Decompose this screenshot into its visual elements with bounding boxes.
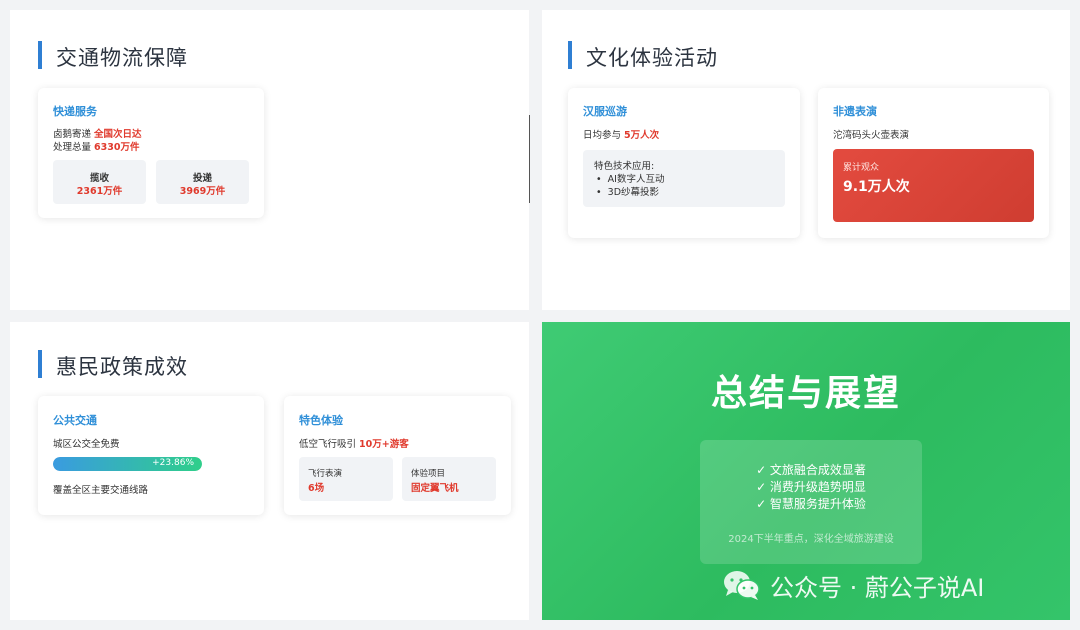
experience-line-value: 10万+游客 — [359, 439, 409, 450]
hanfu-line: 日均参与 5万人次 — [583, 127, 659, 141]
express-line-2-label: 处理总量 — [53, 142, 92, 153]
audience-value: 9.1万人次 — [843, 179, 910, 195]
heritage-line: 沱湾码头火壶表演 — [833, 130, 910, 141]
tech-label: 特色技术应用: — [594, 161, 655, 172]
audience-label: 累计观众 — [843, 163, 880, 173]
heritage-card-title: 非遗表演 — [833, 105, 877, 118]
hanfu-line-label: 日均参与 — [583, 130, 622, 141]
transit-progress-bar: +23.86% — [53, 457, 202, 471]
transit-line: 城区公交全免费 — [53, 439, 120, 450]
transit-note: 覆盖全区主要交通线路 — [53, 485, 149, 496]
hanfu-card-title: 汉服巡游 — [583, 105, 627, 118]
hanfu-card: 汉服巡游 日均参与 5万人次 特色技术应用: • AI数字人互动 • 3D纱幕投… — [568, 88, 800, 238]
experience-line: 低空飞行吸引 10万+游客 — [299, 436, 409, 450]
summary-footer: 2024下半年重点，深化全域旅游建设 — [728, 534, 894, 545]
stat-collect-label: 揽收 — [89, 173, 109, 184]
title-accent-bar — [38, 41, 42, 69]
stat-experience-item-value: 固定翼飞机 — [411, 483, 459, 494]
tech-item: • AI数字人互动 — [596, 174, 665, 185]
summary-box: ✓ 文旅融合成效显著 ✓ 消费升级趋势明显 ✓ 智慧服务提升体验 2024下半年… — [700, 440, 922, 564]
wechat-icon — [724, 571, 760, 600]
policy-title: 惠民政策成效 — [56, 355, 188, 379]
transport-panel: 交通物流保障 快递服务 卤鹅寄递 全国次日达 处理总量 6330万件 揽收 23… — [10, 10, 529, 310]
summary-title: 总结与展望 — [710, 373, 901, 414]
culture-title: 文化体验活动 — [586, 46, 718, 70]
stat-flight-show-label: 飞行表演 — [308, 469, 343, 479]
transit-progress-label: +23.86% — [152, 458, 194, 468]
audience-box: 累计观众 9.1万人次 — [833, 149, 1034, 222]
express-line-1: 卤鹅寄递 全国次日达 — [53, 126, 142, 140]
culture-panel: 文化体验活动 汉服巡游 日均参与 5万人次 特色技术应用: • AI数字人互动 … — [542, 10, 1070, 310]
summary-check-item: ✓ 文旅融合成效显著 — [756, 463, 866, 477]
experience-line-label: 低空飞行吸引 — [299, 439, 357, 450]
tech-box: 特色技术应用: • AI数字人互动 • 3D纱幕投影 — [583, 150, 785, 207]
watermark: 公众号 · 蔚公子说AI — [722, 567, 984, 603]
express-line-2: 处理总量 6330万件 — [53, 139, 140, 153]
hanfu-line-value: 5万人次 — [624, 130, 660, 141]
tech-item: • 3D纱幕投影 — [596, 187, 660, 198]
stat-deliver-value: 3969万件 — [179, 186, 226, 197]
express-line-2-value: 6330万件 — [94, 142, 140, 153]
stat-experience-item-label: 体验项目 — [411, 469, 446, 479]
stat-collect-value: 2361万件 — [76, 186, 123, 197]
title-accent-bar — [568, 41, 572, 69]
experience-card-title: 特色体验 — [299, 414, 343, 427]
title-accent-bar — [38, 350, 42, 378]
stat-deliver-label: 投递 — [192, 173, 212, 184]
tech-item-text: 3D纱幕投影 — [607, 187, 660, 198]
stat-flight-show: 飞行表演 6场 — [299, 457, 393, 501]
heritage-card: 非遗表演 沱湾码头火壶表演 累计观众 9.1万人次 — [818, 88, 1049, 238]
summary-check-item: ✓ 智慧服务提升体验 — [756, 497, 866, 511]
transit-card-title: 公共交通 — [53, 414, 97, 427]
watermark-text: 公众号 · 蔚公子说AI — [770, 573, 985, 602]
summary-check-item: ✓ 消费升级趋势明显 — [756, 480, 866, 494]
experience-card: 特色体验 低空飞行吸引 10万+游客 飞行表演 6场 体验项目 固定翼飞机 — [284, 396, 511, 515]
policy-panel: 惠民政策成效 公共交通 城区公交全免费 +23.86% 覆盖全区主要交通线路 特… — [10, 322, 529, 620]
stat-experience-item: 体验项目 固定翼飞机 — [402, 457, 496, 501]
stat-deliver: 投递 3969万件 — [156, 160, 249, 204]
stat-flight-show-value: 6场 — [308, 483, 325, 494]
express-card-title: 快递服务 — [53, 105, 97, 118]
transit-card: 公共交通 城区公交全免费 +23.86% 覆盖全区主要交通线路 — [38, 396, 264, 515]
stat-collect: 揽收 2361万件 — [53, 160, 146, 204]
transport-title: 交通物流保障 — [56, 46, 188, 70]
express-card: 快递服务 卤鹅寄递 全国次日达 处理总量 6330万件 揽收 2361万件 投递… — [38, 88, 264, 218]
divider-line — [529, 115, 530, 203]
summary-panel: 总结与展望 ✓ 文旅融合成效显著 ✓ 消费升级趋势明显 ✓ 智慧服务提升体验 2… — [542, 322, 1070, 620]
